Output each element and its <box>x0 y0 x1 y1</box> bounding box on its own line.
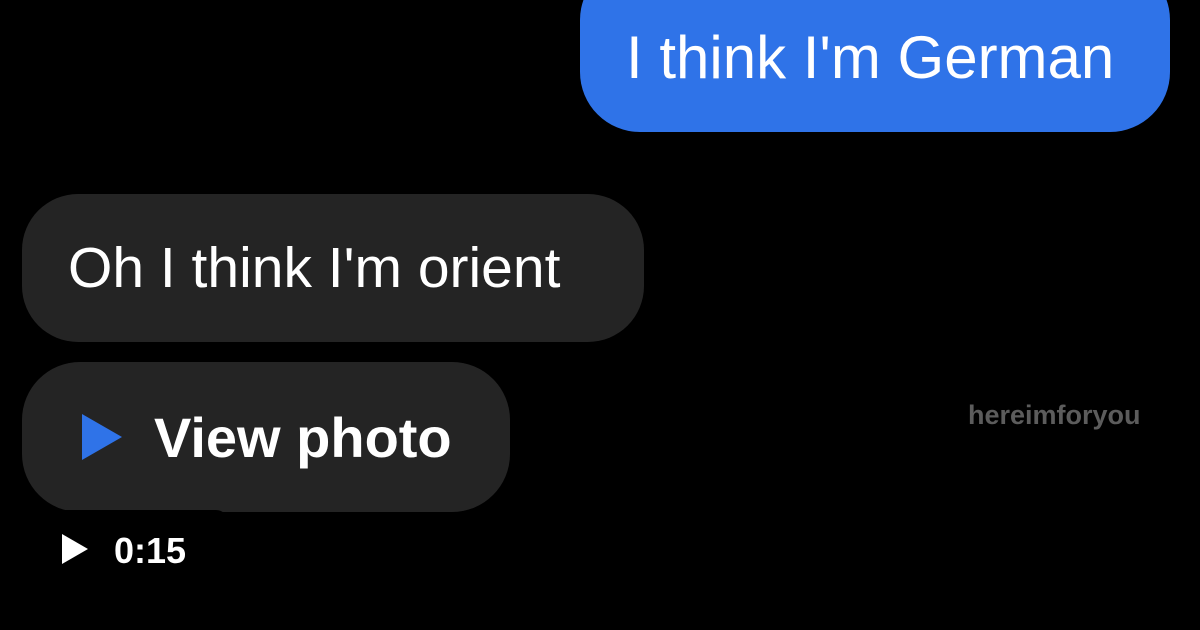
video-player-badge[interactable]: 0:15 <box>22 510 228 592</box>
outgoing-message-bubble: I think I'm German <box>580 0 1170 132</box>
video-duration: 0:15 <box>114 530 187 571</box>
view-photo-bubble[interactable]: View photo <box>22 362 510 512</box>
outgoing-message-text: I think I'm German <box>626 24 1115 91</box>
play-icon[interactable] <box>62 534 88 564</box>
incoming-message-text: Oh I think I'm orient <box>68 236 561 300</box>
play-triangle-icon <box>82 414 122 460</box>
watermark: hereimforyou <box>968 400 1141 430</box>
view-photo-label: View photo <box>154 406 452 469</box>
chat-video-frame: I think I'm German Oh I think I'm orient… <box>0 0 1200 630</box>
incoming-message-bubble: Oh I think I'm orient <box>22 194 644 342</box>
